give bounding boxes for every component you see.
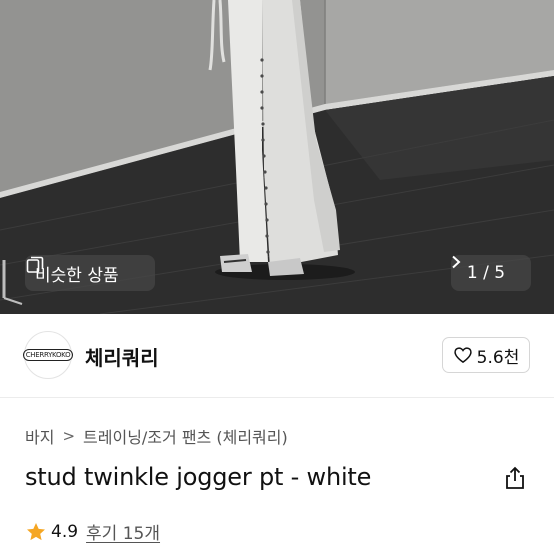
share-icon[interactable]	[502, 465, 528, 491]
breadcrumb: 바지 > 트레이닝/조거 팬츠 (체리쿼리)	[25, 424, 288, 448]
like-button[interactable]: 5.6천	[442, 337, 530, 373]
similar-products-label: 비슷한 상품	[35, 265, 119, 286]
brand-logo-text: CHERRYKOKO	[22, 349, 74, 361]
brand-name[interactable]: 체리쿼리	[85, 342, 159, 371]
divider	[0, 397, 554, 398]
rating-row: 4.9 후기 15개	[25, 519, 160, 544]
similar-products-button[interactable]: 비슷한 상품	[25, 255, 155, 291]
chevron-right-icon: >	[62, 427, 76, 445]
stack-icon	[26, 256, 44, 273]
breadcrumb-item-jogger[interactable]: 트레이닝/조거 팬츠 (체리쿼리)	[83, 424, 288, 448]
brand-logo[interactable]: CHERRYKOKO	[22, 331, 74, 379]
like-count: 5.6천	[476, 347, 520, 368]
reviews-link[interactable]: 후기 15개	[86, 519, 160, 544]
star-icon	[27, 522, 45, 540]
product-title: stud twinkle jogger pt - white	[25, 463, 372, 491]
product-image[interactable]: 비슷한 상품 1 / 5	[0, 0, 554, 314]
breadcrumb-item-pants[interactable]: 바지	[25, 424, 54, 448]
rating-score: 4.9	[51, 521, 79, 542]
image-counter-button[interactable]: 1 / 5	[451, 255, 531, 291]
image-counter: 1 / 5	[466, 263, 506, 283]
heart-outline-icon	[453, 347, 472, 364]
